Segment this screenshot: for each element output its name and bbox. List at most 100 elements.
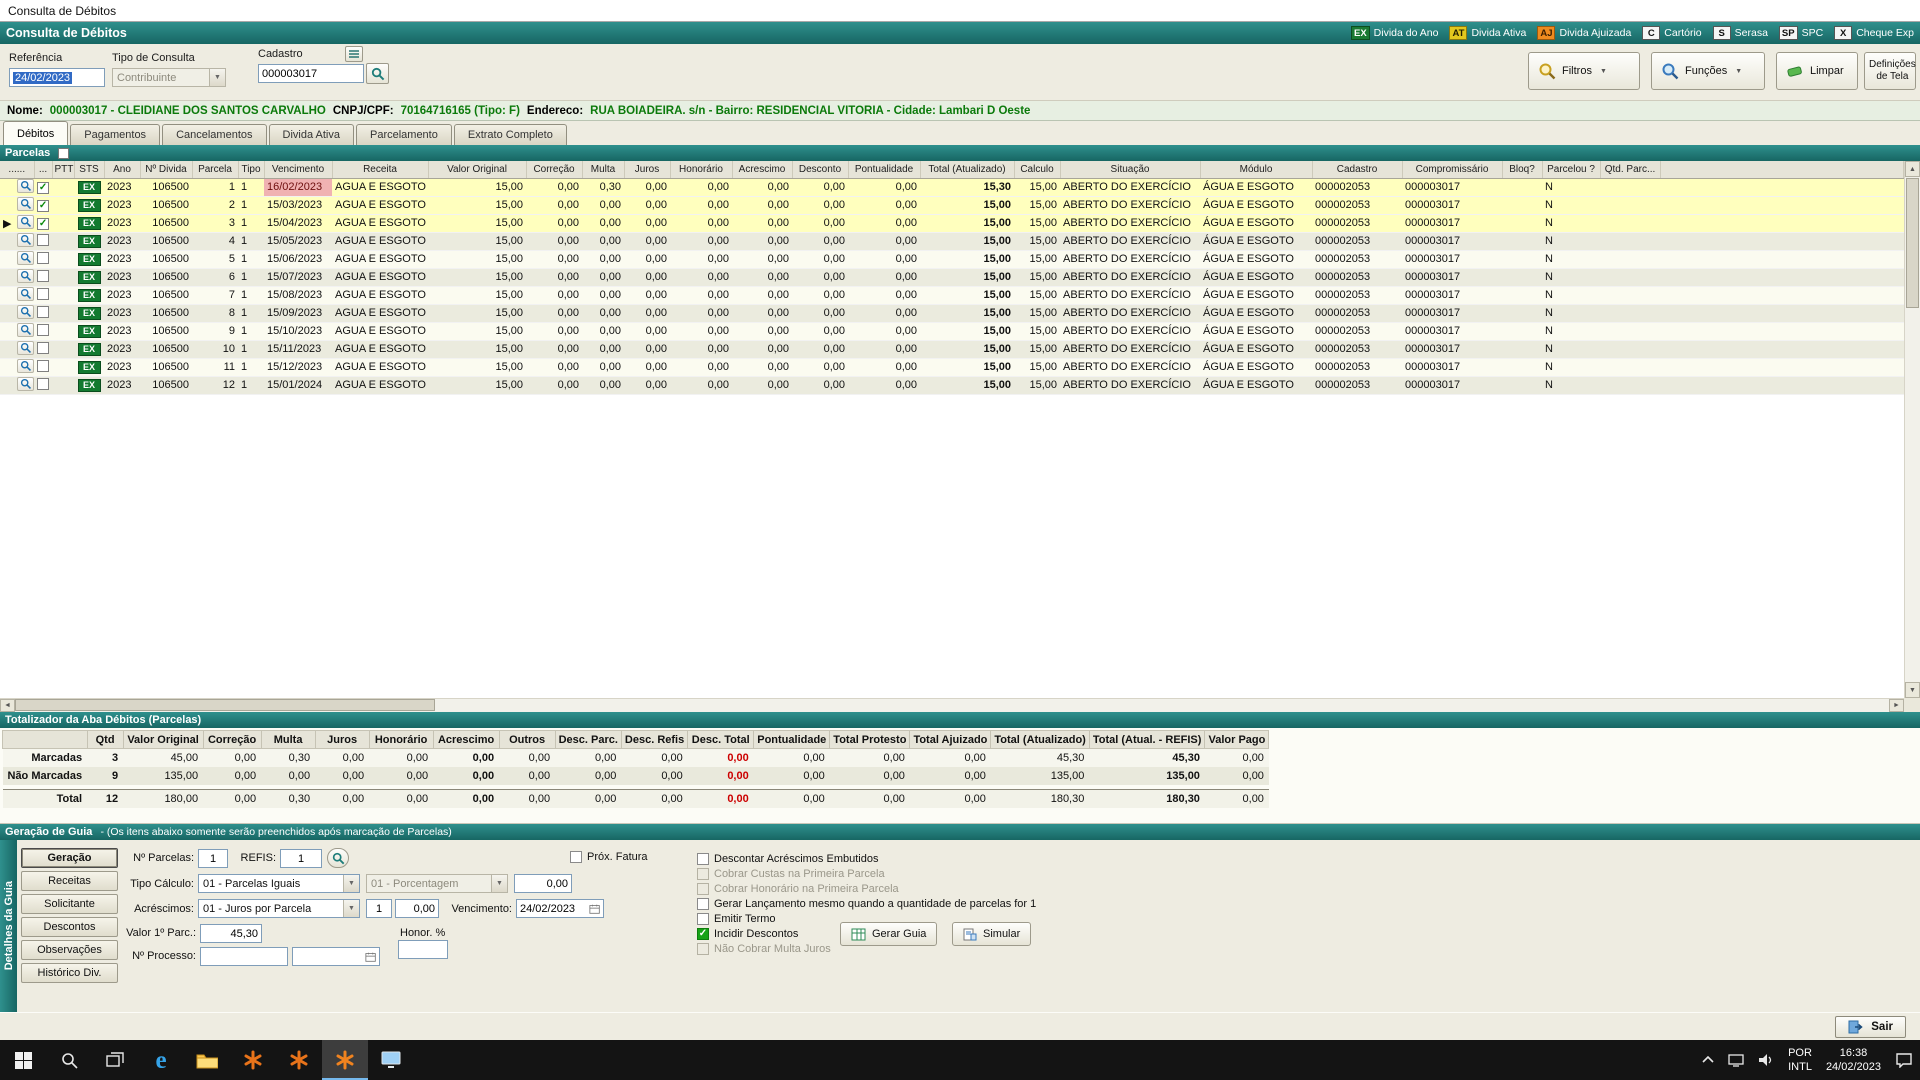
n-parcelas-value[interactable] <box>202 853 224 865</box>
grid-col-header[interactable]: Calculo <box>1014 161 1060 178</box>
tipo-calculo-select[interactable]: 01 - Parcelas Iguais ▼ <box>198 874 360 893</box>
scroll-up-icon[interactable]: ▲ <box>1905 161 1920 177</box>
row-checkbox[interactable] <box>37 342 49 354</box>
row-detail-button[interactable] <box>17 359 34 373</box>
side-button-solicitante[interactable]: Solicitante <box>21 894 118 914</box>
grid-row[interactable]: ▶✓EX20231065003115/04/2023AGUA E ESGOTO1… <box>0 214 1904 232</box>
app-button-3-active[interactable] <box>322 1040 368 1080</box>
option-descontar-acrescimos-embutidos[interactable]: Descontar Acréscimos Embutidos <box>697 852 878 866</box>
side-button-historico-div[interactable]: Histórico Div. <box>21 963 118 983</box>
start-button[interactable] <box>0 1040 46 1080</box>
option-prox-fatura[interactable]: Próx. Fatura <box>570 850 648 864</box>
processo-input-2[interactable] <box>292 947 380 966</box>
grid-col-header[interactable]: Correção <box>526 161 582 178</box>
horizontal-scroll-thumb[interactable] <box>15 699 435 711</box>
row-checkbox[interactable] <box>37 252 49 264</box>
definicoes-tela-button[interactable]: Definições de Tela <box>1864 52 1916 90</box>
row-detail-button[interactable] <box>17 215 34 229</box>
system-app-button[interactable] <box>368 1040 414 1080</box>
grid-col-header[interactable]: Total (Atualizado) <box>920 161 1014 178</box>
tray-chevron-button[interactable] <box>1695 1040 1721 1080</box>
tab-divida-ativa[interactable]: Divida Ativa <box>269 124 354 145</box>
row-detail-button[interactable] <box>17 287 34 301</box>
row-checkbox[interactable] <box>37 324 49 336</box>
porcentagem-amount-value[interactable] <box>518 878 568 890</box>
grid-row[interactable]: ✓EX20231065001116/02/2023AGUA E ESGOTO15… <box>0 178 1904 196</box>
checkbox-icon[interactable]: ✓ <box>697 928 709 940</box>
row-checkbox[interactable]: ✓ <box>37 182 49 194</box>
row-detail-button[interactable] <box>17 323 34 337</box>
tab-extrato-completo[interactable]: Extrato Completo <box>454 124 567 145</box>
grid-row[interactable]: ✓EX20231065002115/03/2023AGUA E ESGOTO15… <box>0 196 1904 214</box>
tab-cancelamentos[interactable]: Cancelamentos <box>162 124 266 145</box>
row-detail-button[interactable] <box>17 179 34 193</box>
scroll-right-icon[interactable]: ► <box>1889 699 1904 712</box>
language-indicator[interactable]: PORINTL <box>1781 1040 1819 1080</box>
grid-col-header[interactable]: Bloq? <box>1502 161 1542 178</box>
tray-volume-button[interactable] <box>1751 1040 1781 1080</box>
processo-value-2[interactable] <box>296 951 365 963</box>
task-view-button[interactable] <box>92 1040 138 1080</box>
option-incidir-descontos[interactable]: ✓Incidir Descontos <box>697 927 798 941</box>
row-checkbox[interactable] <box>37 378 49 390</box>
grid-col-header[interactable]: Ano <box>104 161 140 178</box>
scroll-down-icon[interactable]: ▼ <box>1905 682 1920 698</box>
checkbox-icon[interactable] <box>697 898 709 910</box>
row-checkbox[interactable]: ✓ <box>37 218 49 230</box>
acrescimos-amount-input[interactable] <box>395 899 439 918</box>
row-checkbox[interactable] <box>37 288 49 300</box>
grid-col-header[interactable]: STS <box>74 161 104 178</box>
grid-row[interactable]: EX20231065004115/05/2023AGUA E ESGOTO15,… <box>0 232 1904 250</box>
sair-button[interactable]: Sair <box>1835 1016 1906 1038</box>
acrescimos-qty-input[interactable] <box>366 899 392 918</box>
grid-col-header[interactable]: Valor Original <box>428 161 526 178</box>
side-button-geracao[interactable]: Geração <box>21 848 118 868</box>
gerar-guia-button[interactable]: Gerar Guia <box>840 922 937 946</box>
file-explorer-button[interactable] <box>184 1040 230 1080</box>
checkbox-icon[interactable] <box>570 851 582 863</box>
grid-col-header[interactable]: Módulo <box>1200 161 1312 178</box>
row-detail-button[interactable] <box>17 269 34 283</box>
notification-center-button[interactable] <box>1888 1040 1920 1080</box>
grid-row[interactable]: EX20231065008115/09/2023AGUA E ESGOTO15,… <box>0 304 1904 322</box>
grid-row[interactable]: EX202310650011115/12/2023AGUA E ESGOTO15… <box>0 358 1904 376</box>
vertical-scroll-thumb[interactable] <box>1906 178 1919 308</box>
vencimento-input[interactable] <box>516 899 604 918</box>
grid-col-header[interactable]: Multa <box>582 161 624 178</box>
select-all-checkbox[interactable] <box>58 148 69 159</box>
limpar-button[interactable]: Limpar <box>1776 52 1858 90</box>
calendar-icon[interactable] <box>365 951 376 963</box>
calendar-icon[interactable] <box>589 903 600 915</box>
processo-value[interactable] <box>204 951 284 963</box>
cadastro-value[interactable] <box>262 68 360 80</box>
acrescimos-qty-value[interactable] <box>370 903 388 915</box>
grid-row[interactable]: EX20231065007115/08/2023AGUA E ESGOTO15,… <box>0 286 1904 304</box>
funcoes-button[interactable]: Funções ▼ <box>1651 52 1765 90</box>
row-detail-button[interactable] <box>17 233 34 247</box>
checkbox-icon[interactable] <box>697 853 709 865</box>
grid-col-header[interactable]: Parcelou ? <box>1542 161 1600 178</box>
taskbar-search-button[interactable] <box>46 1040 92 1080</box>
row-checkbox[interactable]: ✓ <box>37 200 49 212</box>
grid-col-header[interactable]: ...... <box>0 161 34 178</box>
acrescimos-select[interactable]: 01 - Juros por Parcela ▼ <box>198 899 360 918</box>
side-button-descontos[interactable]: Descontos <box>21 917 118 937</box>
valor-parc-value[interactable] <box>204 928 258 940</box>
vertical-scrollbar[interactable]: ▲ ▼ <box>1904 161 1920 698</box>
refis-search-button[interactable] <box>327 848 349 868</box>
grid-col-header[interactable]: Nº Divida <box>140 161 192 178</box>
vencimento-value[interactable] <box>520 903 589 915</box>
row-detail-button[interactable] <box>17 197 34 211</box>
n-parcelas-input[interactable] <box>198 849 228 868</box>
grid-col-header[interactable]: Cadastro <box>1312 161 1402 178</box>
tab-parcelamento[interactable]: Parcelamento <box>356 124 452 145</box>
acrescimos-amount-value[interactable] <box>399 903 435 915</box>
cadastro-search-button[interactable] <box>366 63 389 84</box>
referencia-input[interactable]: 24/02/2023 <box>9 68 105 87</box>
refis-value[interactable] <box>284 853 318 865</box>
processo-input[interactable] <box>200 947 288 966</box>
grid-row[interactable]: EX20231065006115/07/2023AGUA E ESGOTO15,… <box>0 268 1904 286</box>
horizontal-scrollbar[interactable]: ◄ ► <box>0 698 1904 712</box>
grid-col-header[interactable]: Vencimento <box>264 161 332 178</box>
cadastro-list-button[interactable] <box>345 46 363 62</box>
